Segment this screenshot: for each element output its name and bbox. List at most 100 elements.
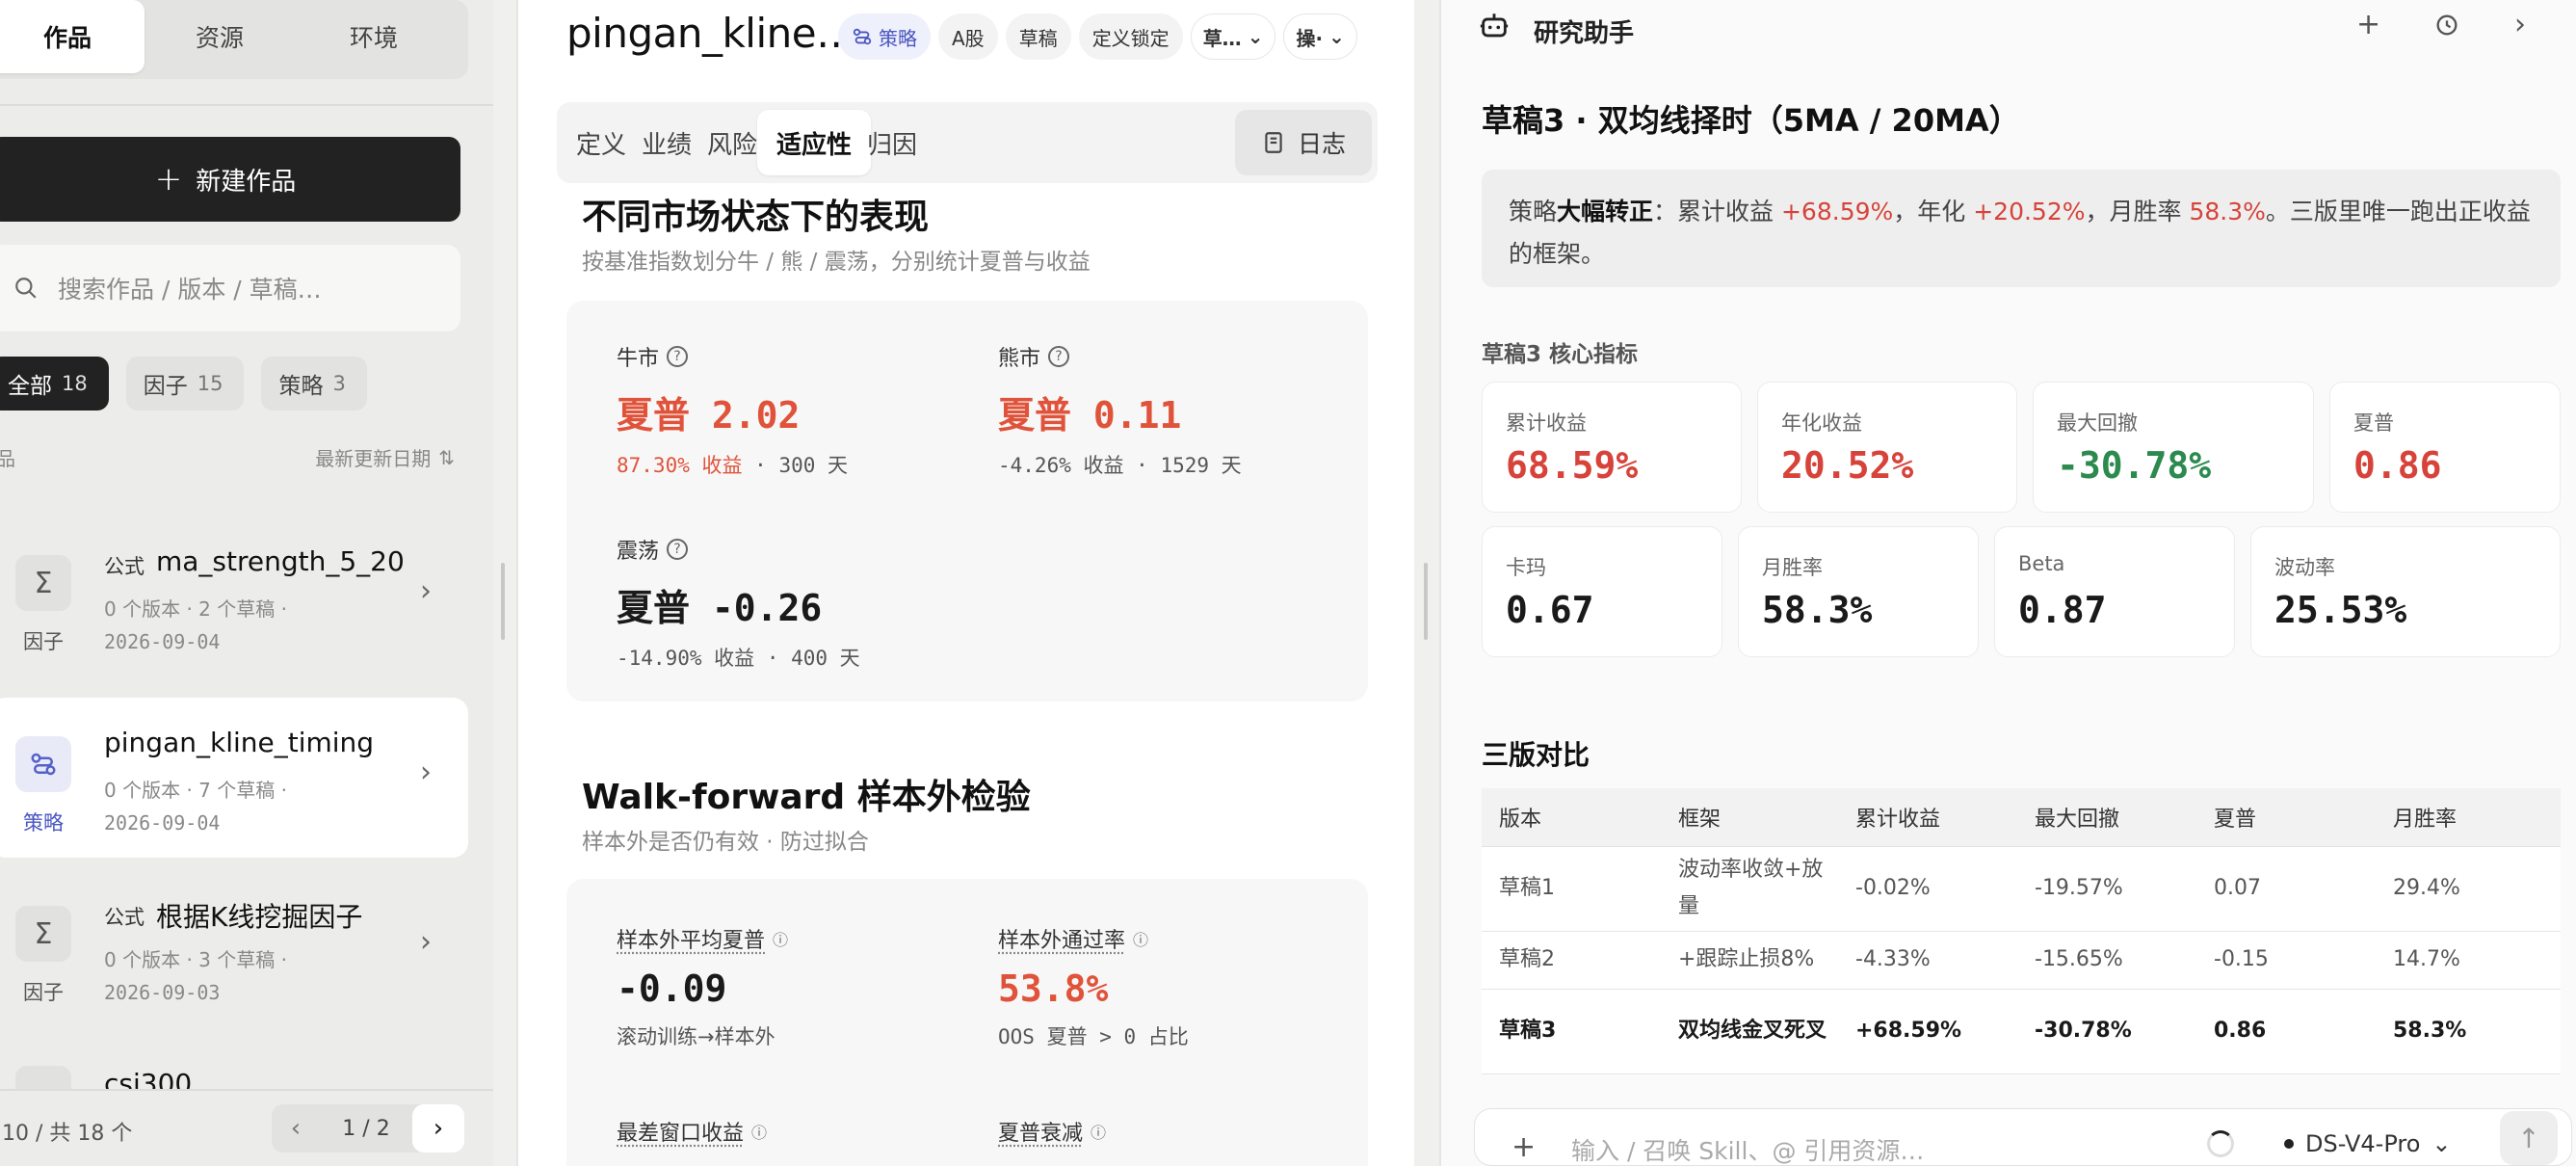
kpi-label: 年化收益 [1781, 408, 1862, 437]
range-return: -14.90% 收益 [617, 647, 754, 670]
draft-title: 草稿3 · 双均线择时（5MA / 20MA） [1482, 96, 2020, 141]
next-page-button[interactable]: › [412, 1104, 464, 1153]
filter-count: 18 [62, 372, 88, 395]
walkforward-card: 样本外平均夏普 ⓘ -0.09 滚动训练→样本外 样本外通过率 ⓘ 53.8% OO… [566, 879, 1368, 1166]
info-icon[interactable]: ⓘ [1133, 927, 1148, 950]
filter-strategy[interactable]: 策略 3 [261, 357, 366, 411]
log-button[interactable]: 日志 [1235, 110, 1372, 175]
kpi-label: 卡玛 [1506, 552, 1546, 581]
chevron-down-icon: ⌄ [1328, 25, 1345, 48]
kpi-value: 58.3% [1762, 589, 1872, 631]
oos-sharpe-sub: 滚动训练→样本外 [617, 1021, 788, 1050]
chevron-right-icon: › [420, 925, 432, 959]
draft-selector[interactable]: 草… ⌄ [1191, 13, 1276, 60]
list-item[interactable]: Σ 因子 公式 ma_strength_5_20 0 个版本 · 2 个草稿 ·… [0, 517, 468, 676]
search-icon [13, 276, 39, 301]
table-cell: +跟踪止损8% [1661, 931, 1838, 989]
info-icon[interactable]: ⓘ [1091, 1120, 1106, 1143]
resize-handle[interactable] [501, 563, 505, 640]
chat-composer[interactable]: + 输入 / 召唤 Skill、@ 引用资源… DS-V4-Pro ⌄ ↑ [1474, 1108, 2572, 1166]
worst-window-metric: 最差窗口收益 ⓘ [617, 1116, 767, 1147]
sigma-icon: Σ [15, 906, 71, 962]
new-work-button[interactable]: + 新建作品 [0, 137, 460, 222]
help-icon[interactable]: ? [667, 346, 688, 367]
summary-text: ，月胜率 [2086, 198, 2190, 225]
item-kind: 因子 [15, 626, 71, 655]
filter-all[interactable]: 全部 18 [0, 357, 109, 411]
list-item[interactable]: Σ 因子 公式 根据K线挖掘因子 0 个版本 · 3 个草稿 · 2026-09… [0, 867, 468, 1027]
kpi-value: 25.53% [2274, 589, 2406, 631]
walkforward-title: Walk-forward 样本外检验 [582, 769, 1031, 819]
bear-sub: -4.26% 收益 · 1529 天 [998, 450, 1242, 479]
kpi-value: 20.52% [1781, 444, 1913, 487]
summary-text: 策略 [1509, 198, 1557, 225]
resize-handle[interactable] [1424, 563, 1428, 640]
pagination-total: 10 / 共 18 个 [2, 1116, 132, 1147]
oos-pass-value: 53.8% [998, 967, 1189, 1010]
help-icon[interactable]: ? [1048, 346, 1069, 367]
bear-sharpe: 夏普 0.11 [998, 385, 1242, 438]
table-cell: -19.57% [2017, 846, 2196, 931]
send-button[interactable]: ↑ [2500, 1111, 2558, 1165]
kpi-value: 68.59% [1506, 444, 1638, 487]
locked-badge: 定义锁定 [1079, 13, 1183, 60]
column-header: 框架 [1661, 788, 1838, 846]
new-chat-icon[interactable]: + [2356, 8, 2380, 41]
bull-label: 牛市 [617, 341, 659, 372]
prev-page-icon[interactable]: ‹ [272, 1114, 320, 1143]
info-icon[interactable]: ⓘ [773, 927, 788, 950]
compare-title: 三版对比 [1482, 734, 1590, 773]
sort-button[interactable]: 最新更新日期 ⇅ [315, 443, 455, 471]
attach-icon[interactable]: + [1511, 1130, 1536, 1164]
tab-attribution[interactable]: 归因 [848, 110, 936, 175]
actions-dropdown[interactable]: 操· ⌄ [1283, 13, 1356, 60]
history-icon[interactable] [2433, 12, 2460, 46]
tab-environment[interactable]: 环境 [297, 0, 451, 73]
table-cell: -15.65% [2017, 931, 2196, 989]
help-icon[interactable]: ? [667, 539, 688, 560]
new-work-label: 新建作品 [196, 162, 296, 198]
oos-sharpe-value: -0.09 [617, 967, 788, 1010]
pagination-controls: ‹ 1 / 2 › [272, 1104, 464, 1153]
item-kind: 策略 [15, 808, 71, 836]
detail-tabs: 定义 业绩 风险 适应性 归因 日志 [557, 102, 1378, 183]
bull-sharpe: 夏普 2.02 [617, 385, 848, 438]
walkforward-subtitle: 样本外是否仍有效 · 防过拟合 [582, 823, 869, 856]
draft-badge: 草稿 [1006, 13, 1071, 60]
list-item[interactable]: 策略 pingan_kline_timing 0 个版本 · 7 个草稿 · 2… [0, 698, 468, 858]
assistant-panel: 研究助手 + › 草稿3 · 双均线择时（5MA / 20MA） 策略大幅转正：… [1439, 0, 2576, 1166]
loading-spinner-icon [2207, 1130, 2234, 1157]
item-meta: 0 个版本 · 2 个草稿 · [104, 594, 287, 622]
robot-icon [1478, 10, 1511, 50]
sort-icon: ⇅ [438, 446, 455, 469]
sharpe-decay-label: 夏普衰减 [998, 1116, 1083, 1147]
model-selector[interactable]: DS-V4-Pro ⌄ [2284, 1130, 2452, 1157]
table-row: 草稿2 +跟踪止损8% -4.33% -15.65% -0.15 14.7% [1482, 931, 2561, 989]
sharpe-decay-metric: 夏普衰减 ⓘ [998, 1116, 1106, 1147]
draft-selector-label: 草… [1203, 23, 1242, 51]
summary-text: ，年化 [1893, 198, 1973, 225]
table-cell: 0.07 [2196, 846, 2376, 931]
kpi-label: Beta [2018, 552, 2064, 575]
oos-sharpe-label: 样本外平均夏普 [617, 923, 765, 954]
item-name: 根据K线挖掘因子 [156, 896, 362, 935]
info-icon[interactable]: ⓘ [751, 1120, 767, 1143]
tab-resources[interactable]: 资源 [143, 0, 297, 73]
item-date: 2026-09-03 [104, 981, 220, 1004]
bull-label-row: 牛市? [617, 341, 848, 372]
collapse-panel-icon[interactable]: › [2514, 8, 2526, 41]
tab-works[interactable]: 作品 [0, 0, 145, 73]
kpi-card: 年化收益 20.52% [1757, 382, 2017, 513]
table-cell: 0.86 [2196, 989, 2376, 1073]
list-item[interactable]: csi300 [0, 1047, 468, 1089]
oos-pass-sub: OOS 夏普 > 0 占比 [998, 1021, 1189, 1050]
regime-title: 不同市场状态下的表现 [582, 189, 929, 239]
bear-days: · 1529 天 [1136, 454, 1242, 477]
filter-factor[interactable]: 因子 15 [126, 357, 245, 411]
summary-value: +68.59% [1781, 198, 1893, 225]
kpi-label: 波动率 [2274, 552, 2335, 581]
search-input[interactable]: 搜索作品 / 版本 / 草稿… [0, 245, 460, 331]
table-cell: 草稿1 [1482, 846, 1661, 931]
kpi-value: 0.86 [2353, 444, 2442, 487]
chat-input-placeholder: 输入 / 召唤 Skill、@ 引用资源… [1571, 1132, 1924, 1166]
